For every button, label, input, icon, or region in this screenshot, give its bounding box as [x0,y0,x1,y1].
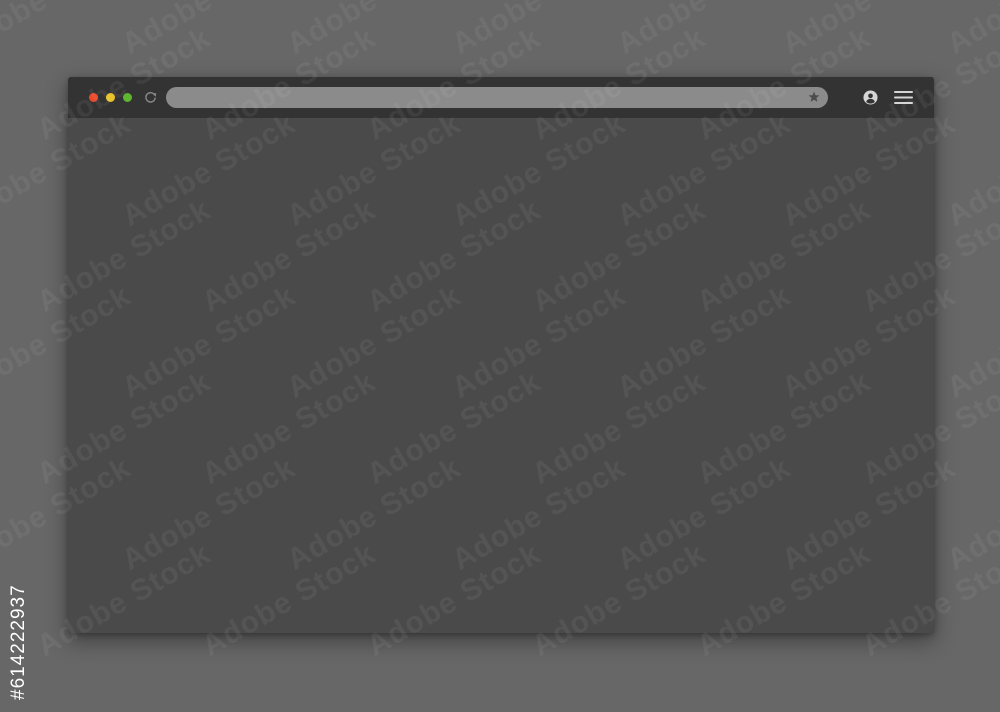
star-icon[interactable] [808,91,820,103]
browser-window [68,77,934,633]
reload-icon[interactable] [144,91,157,104]
stock-id-label: #614222937 [8,584,29,700]
close-window-button[interactable] [89,93,98,102]
browser-content-area [68,118,934,633]
minimize-window-button[interactable] [106,93,115,102]
maximize-window-button[interactable] [123,93,132,102]
address-bar-input[interactable] [166,87,828,108]
account-icon[interactable] [863,90,878,105]
browser-toolbar [68,77,934,118]
hamburger-menu-icon[interactable] [894,90,913,105]
